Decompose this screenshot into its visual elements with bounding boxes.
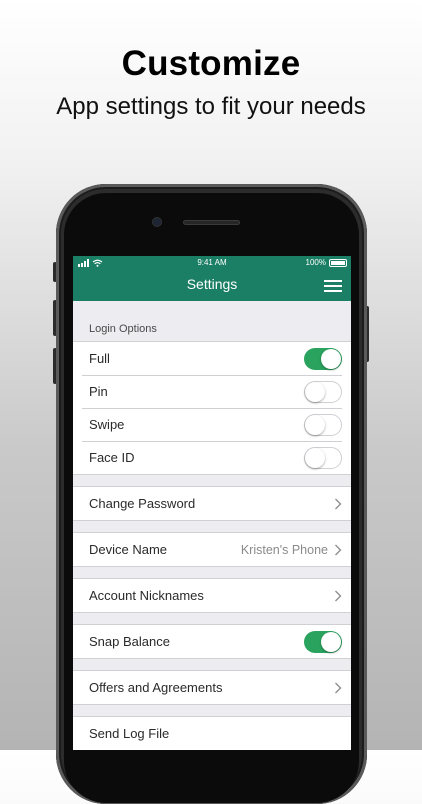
- chevron-right-icon: [335, 498, 342, 509]
- toggle-knob: [321, 348, 341, 369]
- device-name-value: Kristen's Phone: [240, 542, 328, 557]
- toggle-knob: [305, 447, 325, 468]
- front-camera: [153, 218, 161, 226]
- login-option-label: Swipe: [89, 417, 125, 432]
- chevron-right-icon: [335, 544, 342, 555]
- device-name-label: Device Name: [89, 542, 168, 557]
- hamburger-menu-icon[interactable]: [324, 278, 342, 292]
- phone-screen: 9:41 AM 100% Settings Login Options Full…: [73, 256, 351, 750]
- change-password-label: Change Password: [89, 496, 196, 511]
- send-log-group: Send Log File: [73, 716, 351, 750]
- battery-percent: 100%: [305, 258, 326, 267]
- snap-balance-label: Snap Balance: [89, 634, 170, 649]
- login-option-label: Face ID: [89, 450, 135, 465]
- page-title: Settings: [186, 276, 238, 292]
- toggle-knob: [305, 414, 325, 435]
- toggle-knob: [321, 631, 341, 652]
- account-nicknames-group: Account Nicknames: [73, 578, 351, 613]
- change-password-group: Change Password: [73, 486, 351, 521]
- change-password-row[interactable]: Change Password: [73, 487, 351, 520]
- login-options-group: Full Pin Swipe Face ID: [73, 341, 351, 475]
- battery-icon: [329, 258, 347, 267]
- hero-title: Customize: [121, 44, 301, 83]
- account-nicknames-row[interactable]: Account Nicknames: [73, 579, 351, 612]
- offers-agreements-row[interactable]: Offers and Agreements: [73, 671, 351, 704]
- snap-balance-toggle[interactable]: [304, 630, 342, 653]
- send-log-file-label: Send Log File: [89, 726, 170, 741]
- login-option-label: Pin: [89, 384, 108, 399]
- send-log-file-row[interactable]: Send Log File: [73, 717, 351, 750]
- pin-toggle[interactable]: [304, 380, 342, 403]
- status-bar: 9:41 AM 100%: [73, 256, 351, 270]
- snap-balance-row[interactable]: Snap Balance: [73, 625, 351, 658]
- swipe-toggle[interactable]: [304, 413, 342, 436]
- login-option-label: Full: [89, 351, 110, 366]
- hero-subtitle: App settings to fit your needs: [56, 93, 366, 120]
- toggle-knob: [305, 381, 325, 402]
- earpiece-speaker: [183, 220, 240, 225]
- snap-balance-group: Snap Balance: [73, 624, 351, 659]
- device-name-row[interactable]: Device Name Kristen's Phone: [73, 533, 351, 566]
- login-option-full[interactable]: Full: [73, 342, 351, 375]
- face-id-toggle[interactable]: [304, 446, 342, 469]
- login-option-pin[interactable]: Pin: [73, 375, 351, 408]
- chevron-right-icon: [335, 590, 342, 601]
- nav-bar: Settings: [73, 270, 351, 301]
- login-options-header: Login Options: [89, 323, 157, 335]
- login-option-face-id[interactable]: Face ID: [73, 441, 351, 474]
- offers-agreements-label: Offers and Agreements: [89, 680, 223, 695]
- full-toggle[interactable]: [304, 347, 342, 370]
- account-nicknames-label: Account Nicknames: [89, 588, 204, 603]
- offers-group: Offers and Agreements: [73, 670, 351, 705]
- device-name-group: Device Name Kristen's Phone: [73, 532, 351, 567]
- login-option-swipe[interactable]: Swipe: [73, 408, 351, 441]
- chevron-right-icon: [335, 682, 342, 693]
- battery-indicator: 100%: [306, 258, 347, 267]
